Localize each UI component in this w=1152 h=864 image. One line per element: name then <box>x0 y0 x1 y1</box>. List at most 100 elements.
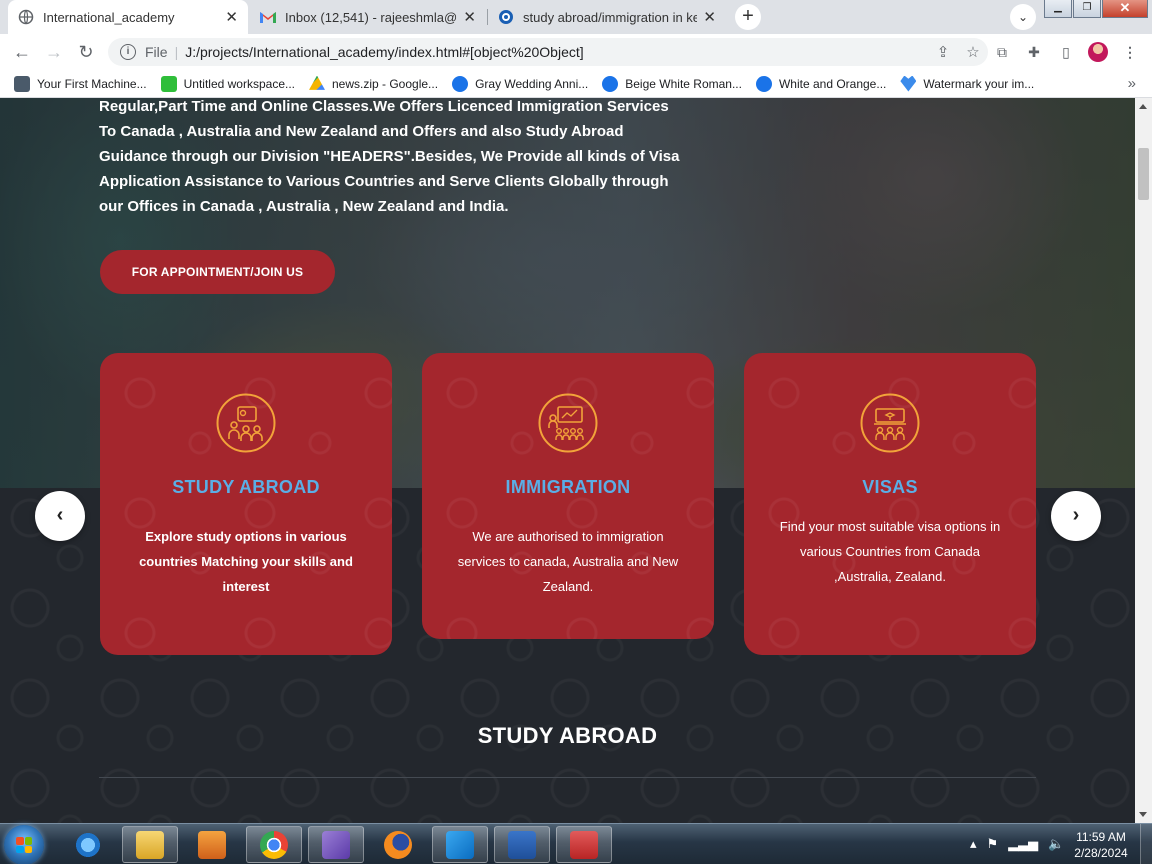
firefox-icon[interactable] <box>370 826 426 863</box>
bookmark-label: Your First Machine... <box>37 76 147 91</box>
taskbar-clock[interactable]: 11:59 AM 2/28/2024 <box>1070 829 1132 861</box>
card-description: Find your most suitable visa options in … <box>779 519 1001 584</box>
canva-icon <box>755 75 772 92</box>
share-icon[interactable]: ⇪ <box>928 43 958 61</box>
heart-icon <box>900 75 917 92</box>
windows-logo-icon <box>16 837 32 853</box>
bookmark-star-icon[interactable]: ☆ <box>958 43 988 61</box>
immigration-icon <box>538 393 598 453</box>
word-icon[interactable] <box>494 826 550 863</box>
tab-study-abroad[interactable]: study abroad/immigration in kerala ✕ <box>488 0 726 34</box>
window-controls: ▁ ❐ ✕ <box>1043 0 1148 18</box>
close-window-button[interactable]: ✕ <box>1102 0 1148 18</box>
bookmark-label: Gray Wedding Anni... <box>475 76 589 91</box>
menu-kebab-icon[interactable]: ⋮ <box>1120 42 1140 62</box>
close-tab-icon[interactable]: ✕ <box>225 8 238 26</box>
hero-description: Regular,Part Time and Online Classes.We … <box>99 98 680 215</box>
windows-taskbar: ▴ ⚑ ▂▃▅ 🔈 11:59 AM 2/28/2024 <box>0 823 1152 864</box>
page-scrollbar[interactable] <box>1135 98 1152 823</box>
side-panel-icon[interactable]: ▯ <box>1056 42 1076 62</box>
new-tab-button[interactable]: + <box>735 4 761 30</box>
bookmark-label: Untitled workspace... <box>183 76 295 91</box>
clock-time: 11:59 AM <box>1076 830 1126 844</box>
canva-icon <box>602 75 619 92</box>
tab-search-button[interactable]: ⌄ <box>1010 4 1036 30</box>
visas-icon <box>860 393 920 453</box>
show-hidden-icons-icon[interactable]: ▴ <box>970 836 977 852</box>
close-tab-icon[interactable]: ✕ <box>703 8 716 26</box>
service-card-visas[interactable]: VISAS Find your most suitable visa optio… <box>744 353 1036 655</box>
bookmark-label: Beige White Roman... <box>625 76 742 91</box>
bookmark-item[interactable]: Watermark your im... <box>900 75 1035 92</box>
site-favicon-icon <box>499 10 513 24</box>
bookmark-favicon-icon <box>14 75 30 92</box>
clock-date: 2/28/2024 <box>1074 846 1128 860</box>
scheme-label: File <box>145 44 168 60</box>
internet-explorer-icon[interactable] <box>60 826 116 863</box>
snipping-tool-icon[interactable] <box>556 826 612 863</box>
tab-title: Inbox (12,541) - rajeeshmla@gmail.com <box>285 9 458 25</box>
card-title: IMMIGRATION <box>505 477 631 497</box>
back-button[interactable]: ← <box>10 40 34 64</box>
scrollbar-thumb[interactable] <box>1138 148 1149 200</box>
volume-icon[interactable]: 🔈 <box>1048 836 1064 852</box>
tab-title: International_academy <box>43 9 175 25</box>
profile-avatar[interactable] <box>1088 42 1108 62</box>
scroll-up-arrow-icon[interactable] <box>1139 104 1147 109</box>
reload-button[interactable]: ↻ <box>74 40 98 64</box>
minimize-button[interactable]: ▁ <box>1044 0 1072 18</box>
browser-toolbar: ← → ↻ i File | J:/projects/International… <box>0 34 1152 70</box>
vs-code-icon[interactable] <box>432 826 488 863</box>
section-divider <box>99 777 1036 778</box>
gmail-icon <box>260 12 276 23</box>
service-card-immigration[interactable]: IMMIGRATION We are authorised to immigra… <box>422 353 714 639</box>
bookmark-item[interactable]: Your First Machine... <box>14 75 147 92</box>
media-player-icon[interactable] <box>184 826 240 863</box>
reading-list-icon[interactable]: ⧉ <box>992 42 1012 62</box>
page-viewport: Regular,Part Time and Online Classes.We … <box>0 98 1135 823</box>
bookmark-item[interactable]: Gray Wedding Anni... <box>452 75 589 92</box>
appointment-button[interactable]: FOR APPOINTMENT/JOIN US <box>100 250 335 294</box>
scroll-down-arrow-icon[interactable] <box>1139 812 1147 817</box>
system-tray: ▴ ⚑ ▂▃▅ 🔈 <box>970 836 1074 852</box>
canva-icon <box>452 75 469 92</box>
start-button[interactable] <box>4 825 44 864</box>
bookmarks-bar: Your First Machine... Untitled workspace… <box>0 70 1152 98</box>
tab-international-academy[interactable]: International_academy ✕ <box>8 0 248 34</box>
service-card-study-abroad[interactable]: STUDY ABROAD Explore study options in va… <box>100 353 392 655</box>
carousel-prev-button[interactable]: ‹ <box>35 491 85 541</box>
network-signal-icon[interactable]: ▂▃▅ <box>1008 836 1038 852</box>
address-bar[interactable]: i File | J:/projects/International_acade… <box>108 38 988 66</box>
close-tab-icon[interactable]: ✕ <box>463 8 476 26</box>
bookmark-item[interactable]: Untitled workspace... <box>160 75 295 92</box>
visual-studio-icon[interactable] <box>308 826 364 863</box>
study-abroad-icon <box>216 393 276 453</box>
tab-title: study abroad/immigration in kerala <box>523 9 698 25</box>
file-explorer-icon[interactable] <box>122 826 178 863</box>
globe-icon <box>18 9 34 25</box>
card-description: Explore study options in various countri… <box>139 529 353 594</box>
forward-button[interactable]: → <box>42 40 66 64</box>
restore-button[interactable]: ❐ <box>1073 0 1101 18</box>
bookmark-label: Watermark your im... <box>923 76 1035 91</box>
url-text[interactable]: J:/projects/International_academy/index.… <box>185 44 928 60</box>
more-bookmarks-icon[interactable]: » <box>1128 75 1136 92</box>
bookmark-favicon-icon <box>160 75 177 92</box>
site-info-icon[interactable]: i <box>120 44 136 60</box>
tab-gmail-inbox[interactable]: Inbox (12,541) - rajeeshmla@gmail.com ✕ <box>250 0 486 34</box>
carousel-next-button[interactable]: › <box>1051 491 1101 541</box>
show-desktop-button[interactable] <box>1140 824 1152 864</box>
section-title: STUDY ABROAD <box>477 723 658 748</box>
bookmark-item[interactable]: news.zip - Google... <box>309 75 439 92</box>
chrome-icon[interactable] <box>246 826 302 863</box>
bookmark-label: news.zip - Google... <box>332 76 439 91</box>
address-divider: | <box>174 44 179 60</box>
bookmark-label: White and Orange... <box>778 76 887 91</box>
card-title: VISAS <box>862 477 918 497</box>
bookmark-item[interactable]: Beige White Roman... <box>602 75 742 92</box>
action-center-flag-icon[interactable]: ⚑ <box>987 836 999 852</box>
bookmark-item[interactable]: White and Orange... <box>755 75 887 92</box>
card-description: We are authorised to immigration service… <box>457 529 679 594</box>
extensions-icon[interactable]: ✚ <box>1024 42 1044 62</box>
card-title: STUDY ABROAD <box>172 477 320 497</box>
